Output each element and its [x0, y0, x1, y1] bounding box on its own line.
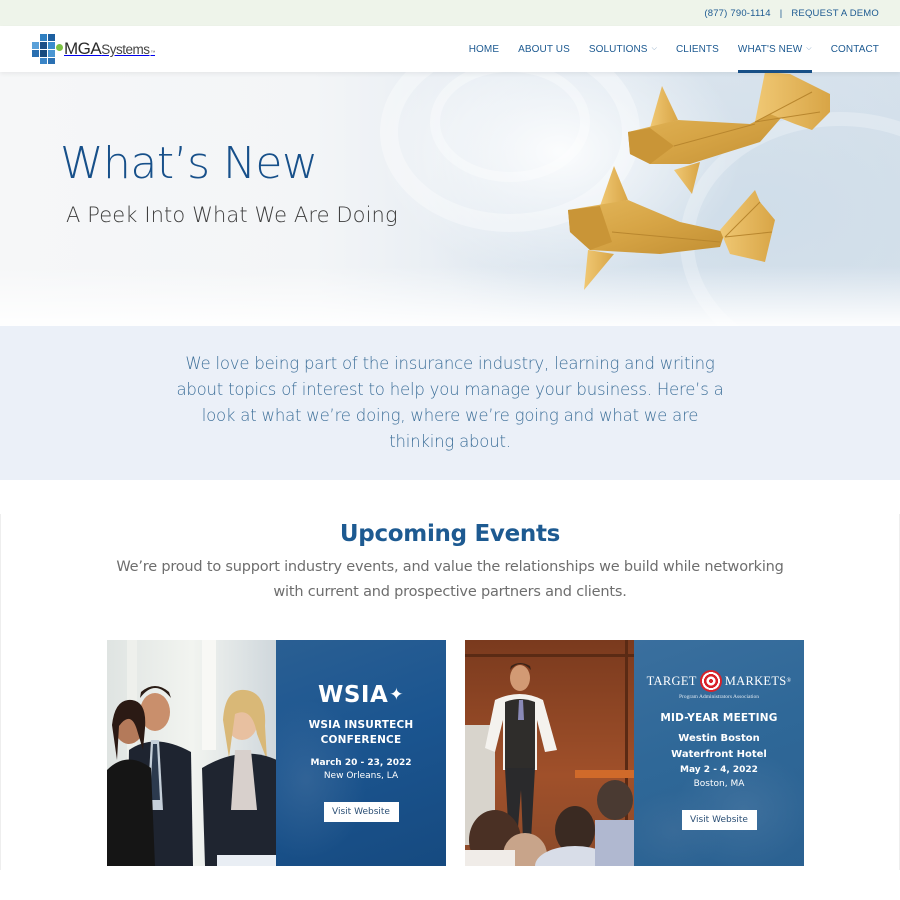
event-location: New Orleans, LA [323, 771, 399, 781]
wsia-logo: WSIA ✦ [318, 682, 404, 708]
logo-suffix: Systems [101, 42, 150, 57]
utility-separator: | [779, 7, 783, 19]
nav-label: CLIENTS [675, 43, 719, 55]
logo-word-markets: MARKETS [724, 673, 787, 688]
audience-photo [107, 640, 277, 866]
page-subtitle: A Peek Into What We Are Doing [66, 203, 398, 227]
event-date: May 2 - 4, 2022 [680, 765, 758, 775]
nav-label: ABOUT US [518, 43, 570, 55]
nav-item-clients[interactable]: CLIENTS [676, 26, 719, 72]
phone-link[interactable]: (877) 790-1114 [704, 8, 770, 19]
hero-banner: What’s New A Peek Into What We Are Doing [0, 72, 900, 326]
logo-trademark: ™ [150, 50, 156, 56]
target-bullseye-icon [699, 670, 722, 692]
nav-item-about-us[interactable]: ABOUT US [518, 26, 570, 72]
event-venue-line: Westin Boston [678, 733, 760, 744]
registered-mark: ® [786, 678, 792, 684]
event-location: Boston, MA [693, 779, 745, 789]
nav-label: HOME [468, 43, 500, 55]
nav-label: SOLUTIONS [588, 43, 648, 55]
intro-section: We love being part of the insurance indu… [0, 326, 900, 480]
nav-label: CONTACT [830, 43, 879, 55]
logo-name: MGA [64, 39, 102, 58]
logo-word-target: TARGET [646, 673, 697, 688]
presenter-photo [465, 640, 635, 866]
upcoming-events-section: Upcoming Events We’re proud to support i… [0, 480, 900, 900]
company-logo[interactable]: MGA Systems ™ [32, 34, 155, 64]
event-venue-line: Waterfront Hotel [671, 749, 767, 760]
nav-item-home[interactable]: HOME [469, 26, 499, 72]
visit-website-button[interactable]: Visit Website [323, 802, 399, 822]
origami-koi-fish-image [568, 72, 830, 290]
event-card-wsia: WSIA ✦ WSIA INSURTECH CONFERENCE March 2… [107, 640, 446, 866]
utility-bar: (877) 790-1114 | REQUEST A DEMO [0, 0, 900, 26]
visit-website-button[interactable]: Visit Website [681, 810, 757, 830]
upper-fish [628, 72, 830, 194]
event-info-panel: WSIA ✦ WSIA INSURTECH CONFERENCE March 2… [276, 640, 446, 866]
event-name-line: WSIA INSURTECH [308, 719, 414, 731]
event-card-target-markets: TARGET MARKETS ® Program Administrators … [465, 640, 804, 866]
target-markets-logo: TARGET MARKETS ® [647, 670, 792, 692]
wsia-logo-text: WSIA [317, 682, 389, 708]
wsia-star-icon: ✦ [389, 685, 405, 705]
logo-grid-icon [32, 34, 63, 64]
intro-text: We love being part of the insurance indu… [176, 354, 724, 451]
nav-item-contact[interactable]: CONTACT [831, 26, 879, 72]
main-nav: HOME ABOUT US SOLUTIONS ⌵ CLIENTS WHAT'S… [450, 26, 879, 73]
event-info-panel: TARGET MARKETS ® Program Administrators … [634, 640, 804, 866]
nav-item-solutions[interactable]: SOLUTIONS ⌵ [589, 26, 657, 72]
request-demo-link[interactable]: REQUEST A DEMO [791, 8, 879, 19]
event-name: MID-YEAR MEETING [660, 712, 778, 724]
logo-tagline: Program Administrators Association [678, 694, 760, 700]
event-date: March 20 - 23, 2022 [310, 758, 412, 768]
event-name: WSIA INSURTECH CONFERENCE [309, 718, 414, 748]
page-title: What’s New [60, 138, 318, 189]
site-header: MGA Systems ™ HOME ABOUT US SOLUTIONS ⌵ … [0, 26, 900, 73]
event-name-line: CONFERENCE [320, 734, 402, 746]
events-heading: Upcoming Events [339, 521, 561, 547]
chevron-down-icon: ⌵ [806, 45, 812, 52]
lower-fish [568, 166, 775, 290]
event-venue: Westin Boston Waterfront Hotel [671, 731, 767, 763]
nav-item-whats-new[interactable]: WHAT'S NEW ⌵ [737, 26, 812, 73]
chevron-down-icon: ⌵ [651, 45, 657, 52]
nav-label: WHAT'S NEW [737, 43, 803, 55]
events-description: We’re proud to support industry events, … [116, 559, 784, 600]
